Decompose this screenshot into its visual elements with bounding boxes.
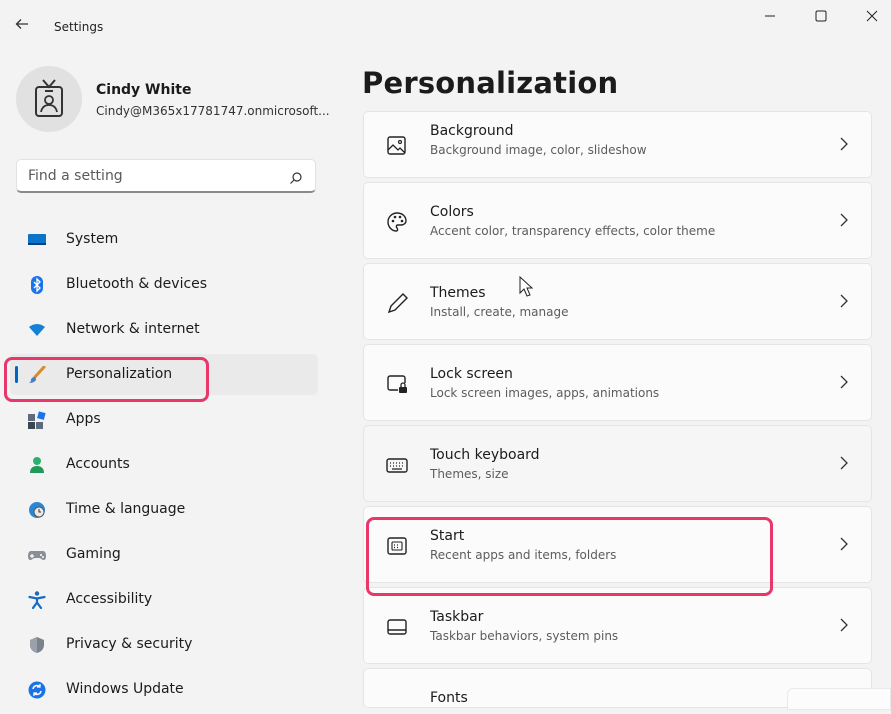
sidebar-item-label: Network & internet (66, 321, 200, 337)
card-title: Lock screen (430, 366, 513, 382)
search-icon[interactable] (289, 170, 303, 189)
card-subtitle: Themes, size (430, 467, 509, 481)
card-subtitle: Taskbar behaviors, system pins (430, 629, 619, 643)
sidebar-item-label: Gaming (66, 546, 121, 562)
card-subtitle: Accent color, transparency effects, colo… (430, 224, 716, 238)
sidebar-item-label: Apps (66, 411, 101, 427)
maximize-button[interactable] (806, 6, 836, 30)
mouse-pointer-icon (519, 275, 534, 302)
sidebar-item-accessibility[interactable]: Accessibility (10, 579, 318, 620)
chevron-right-icon (839, 617, 849, 636)
user-email: Cindy@M365x17781747.onmicrosoft... (96, 104, 330, 118)
accessibility-icon (28, 591, 46, 610)
sidebar-item-label: Windows Update (66, 681, 184, 697)
card-title: Colors (430, 204, 474, 220)
avatar (16, 66, 82, 132)
card-touch-keyboard[interactable]: Touch keyboard Themes, size (363, 425, 872, 502)
chevron-right-icon (839, 212, 849, 231)
minimize-button[interactable] (755, 6, 785, 30)
sidebar-item-network[interactable]: Network & internet (10, 309, 318, 350)
card-subtitle: Lock screen images, apps, animations (430, 386, 660, 400)
corner-panel (787, 688, 891, 710)
card-title: Fonts (430, 690, 468, 706)
palette-icon (386, 211, 408, 233)
sidebar-item-privacy[interactable]: Privacy & security (10, 624, 318, 665)
sidebar-item-label: Bluetooth & devices (66, 276, 208, 292)
globe-clock-icon (28, 501, 46, 519)
card-title: Background (430, 123, 514, 139)
settings-list: Background Background image, color, slid… (363, 111, 872, 712)
highlight-personalization (4, 357, 209, 402)
taskbar-icon (386, 616, 408, 638)
pen-icon (386, 292, 408, 314)
card-title: Touch keyboard (430, 447, 540, 463)
update-icon (28, 681, 46, 699)
chevron-right-icon (839, 136, 849, 155)
card-taskbar[interactable]: Taskbar Taskbar behaviors, system pins (363, 587, 872, 664)
sidebar-item-windows-update[interactable]: Windows Update (10, 669, 318, 710)
sidebar-item-time-language[interactable]: Time & language (10, 489, 318, 530)
sidebar-item-system[interactable]: System (10, 219, 318, 260)
window-title: Settings (54, 20, 104, 34)
back-arrow-icon[interactable] (14, 16, 34, 36)
highlight-start (366, 517, 773, 596)
lock-screen-icon (386, 373, 408, 395)
card-subtitle: Install, create, manage (430, 305, 569, 319)
chevron-right-icon (839, 374, 849, 393)
sidebar-item-apps[interactable]: Apps (10, 399, 318, 440)
shield-icon (28, 636, 46, 654)
card-subtitle: Background image, color, slideshow (430, 143, 647, 157)
search-input[interactable]: Find a setting (28, 168, 123, 184)
apps-icon (28, 411, 46, 429)
sidebar-item-label: System (66, 231, 119, 247)
system-icon (28, 231, 46, 249)
sidebar-item-label: Time & language (66, 501, 186, 517)
title-bar: Settings (0, 0, 891, 52)
accounts-icon (28, 456, 46, 474)
card-background[interactable]: Background Background image, color, slid… (363, 111, 872, 178)
keyboard-icon (386, 454, 408, 476)
sidebar-item-accounts[interactable]: Accounts (10, 444, 318, 485)
card-title: Themes (430, 285, 486, 301)
card-themes[interactable]: Themes Install, create, manage (363, 263, 872, 340)
search-box[interactable]: Find a setting (16, 159, 316, 193)
card-colors[interactable]: Colors Accent color, transparency effect… (363, 182, 872, 259)
bluetooth-icon (28, 276, 46, 294)
sidebar-item-bluetooth[interactable]: Bluetooth & devices (10, 264, 318, 305)
chevron-right-icon (839, 455, 849, 474)
chevron-right-icon (839, 536, 849, 555)
sidebar-nav: System Bluetooth & devices Network & int… (10, 219, 318, 714)
wifi-icon (28, 321, 46, 339)
page-title: Personalization (362, 66, 619, 100)
image-icon (386, 135, 408, 157)
sidebar-item-label: Accounts (66, 456, 130, 472)
close-button[interactable] (857, 6, 887, 30)
sidebar-item-label: Privacy & security (66, 636, 193, 652)
sidebar-item-gaming[interactable]: Gaming (10, 534, 318, 575)
id-badge-icon (35, 79, 63, 117)
gamepad-icon (28, 546, 46, 564)
card-lock-screen[interactable]: Lock screen Lock screen images, apps, an… (363, 344, 872, 421)
card-title: Taskbar (430, 609, 484, 625)
chevron-right-icon (839, 293, 849, 312)
user-name: Cindy White (96, 82, 192, 98)
sidebar-item-label: Accessibility (66, 591, 153, 607)
